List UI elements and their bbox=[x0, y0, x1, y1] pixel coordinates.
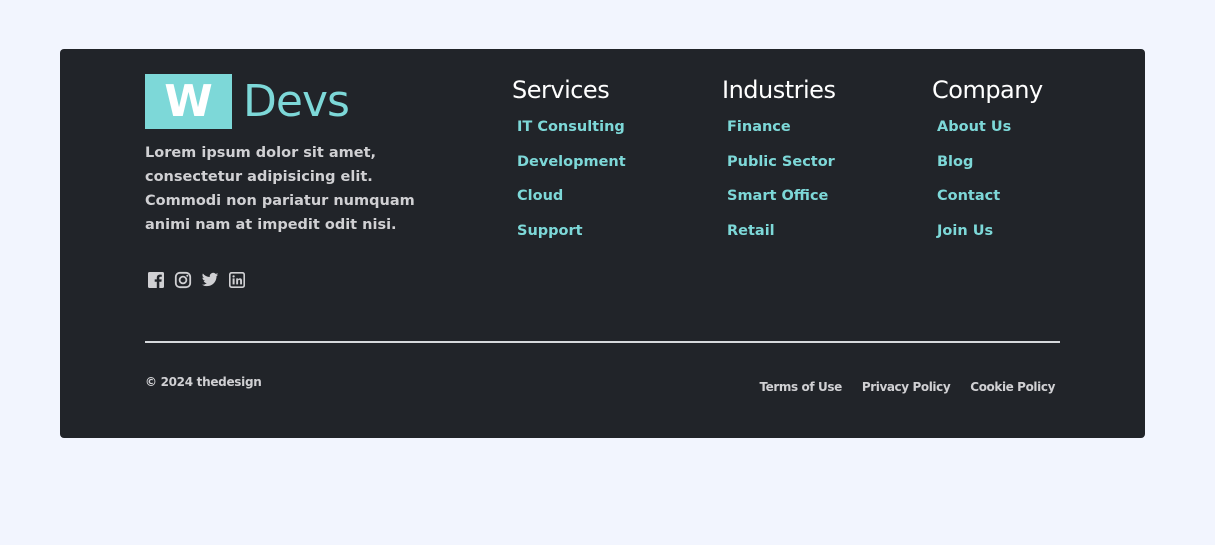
link-contact[interactable]: Contact bbox=[937, 188, 1000, 204]
linkedin-icon[interactable] bbox=[228, 271, 246, 289]
logo-mark: W bbox=[145, 74, 232, 129]
footer-column-company: Company About Us Blog Contact Join Us bbox=[932, 75, 1043, 254]
legal-links: Terms of Use Privacy Policy Cookie Polic… bbox=[759, 380, 1055, 394]
link-cloud[interactable]: Cloud bbox=[517, 188, 563, 204]
column-title: Services bbox=[512, 76, 610, 104]
social-links bbox=[147, 271, 246, 289]
brand-description: Lorem ipsum dolor sit amet, consectetur … bbox=[145, 145, 415, 233]
list-item: Smart Office bbox=[727, 185, 835, 220]
link-list: IT Consulting Development Cloud Support bbox=[512, 116, 626, 254]
link-smart-office[interactable]: Smart Office bbox=[727, 188, 828, 204]
footer-divider bbox=[145, 341, 1060, 343]
link-about-us[interactable]: About Us bbox=[937, 119, 1011, 135]
list-item: Cloud bbox=[517, 185, 626, 220]
link-it-consulting[interactable]: IT Consulting bbox=[517, 119, 625, 135]
footer-column-services: Services IT Consulting Development Cloud… bbox=[512, 75, 626, 254]
logo-text: Devs bbox=[243, 75, 350, 127]
facebook-icon[interactable] bbox=[147, 271, 165, 289]
column-title: Industries bbox=[722, 76, 836, 104]
column-title: Company bbox=[932, 76, 1043, 104]
list-item: Contact bbox=[937, 185, 1043, 220]
link-privacy-policy[interactable]: Privacy Policy bbox=[862, 380, 951, 394]
instagram-icon[interactable] bbox=[174, 271, 192, 289]
brand-logo[interactable]: W Devs bbox=[145, 74, 350, 129]
link-terms-of-use[interactable]: Terms of Use bbox=[759, 380, 842, 394]
link-list: About Us Blog Contact Join Us bbox=[932, 116, 1043, 254]
twitter-icon[interactable] bbox=[201, 271, 219, 289]
link-list: Finance Public Sector Smart Office Retai… bbox=[722, 116, 835, 254]
link-retail[interactable]: Retail bbox=[727, 223, 775, 239]
site-footer: W Devs Lorem ipsum dolor sit amet, conse… bbox=[60, 49, 1145, 438]
list-item: Support bbox=[517, 220, 626, 255]
link-support[interactable]: Support bbox=[517, 223, 583, 239]
link-join-us[interactable]: Join Us bbox=[937, 223, 993, 239]
list-item: Blog bbox=[937, 151, 1043, 186]
list-item: About Us bbox=[937, 116, 1043, 151]
link-cookie-policy[interactable]: Cookie Policy bbox=[970, 380, 1055, 394]
link-public-sector[interactable]: Public Sector bbox=[727, 154, 835, 170]
link-development[interactable]: Development bbox=[517, 154, 626, 170]
list-item: Finance bbox=[727, 116, 835, 151]
list-item: Join Us bbox=[937, 220, 1043, 255]
list-item: Public Sector bbox=[727, 151, 835, 186]
footer-column-industries: Industries Finance Public Sector Smart O… bbox=[722, 75, 836, 254]
link-blog[interactable]: Blog bbox=[937, 154, 973, 170]
link-finance[interactable]: Finance bbox=[727, 119, 791, 135]
list-item: Development bbox=[517, 151, 626, 186]
list-item: Retail bbox=[727, 220, 835, 255]
copyright-text: © 2024 thedesign bbox=[145, 375, 262, 389]
list-item: IT Consulting bbox=[517, 116, 626, 151]
